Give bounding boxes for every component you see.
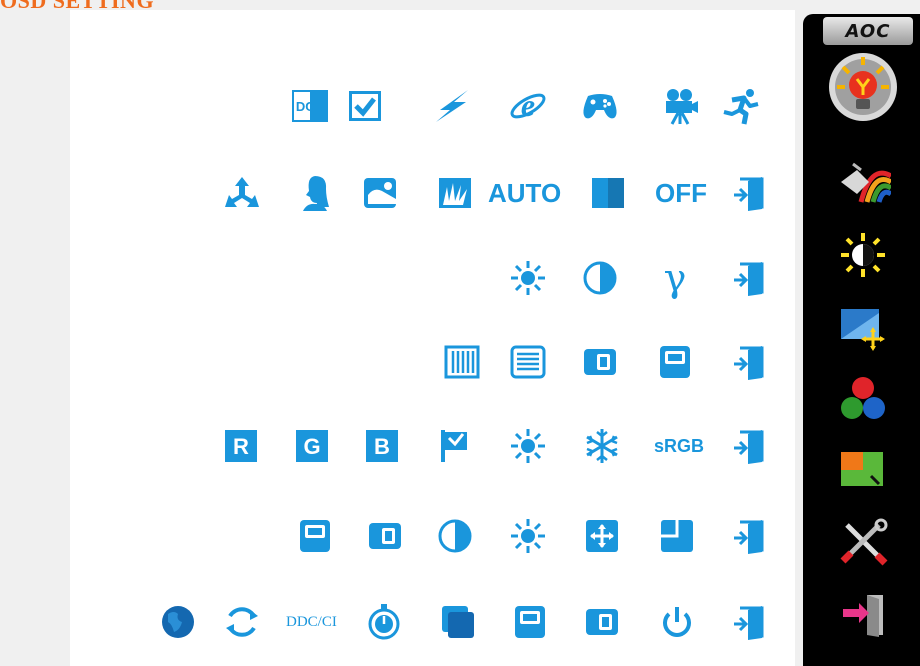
refresh-icon[interactable] [222, 602, 262, 642]
power-icon[interactable] [657, 602, 697, 642]
contrast-icon[interactable] [435, 516, 475, 556]
dcr-icon[interactable]: DCR [290, 86, 330, 126]
move-icon[interactable] [582, 516, 622, 556]
brightness-icon[interactable] [508, 516, 548, 556]
contrast-icon[interactable] [580, 258, 620, 298]
green-label: G [303, 434, 320, 459]
extra-tools-icon [840, 518, 888, 566]
flag-icon[interactable] [435, 426, 475, 466]
snowflake-icon[interactable] [582, 426, 622, 466]
menu-item-color-setup[interactable] [821, 366, 905, 432]
menu-item-picture-boost[interactable] [821, 222, 905, 288]
green-icon[interactable]: G [292, 426, 332, 466]
off-icon[interactable]: OFF [655, 173, 707, 213]
v-position-icon[interactable] [510, 602, 550, 642]
osd-setup-icon [841, 452, 883, 486]
srgb-icon[interactable]: sRGB [654, 426, 704, 466]
color-setup-rgb-icon [841, 377, 885, 419]
menu-item-extra[interactable] [821, 510, 905, 576]
checkbox-icon[interactable] [345, 86, 385, 126]
exit-icon[interactable] [730, 516, 770, 556]
vertical-lines-icon[interactable] [442, 342, 482, 382]
lightning-icon[interactable] [432, 86, 472, 126]
landscape-icon[interactable] [360, 173, 400, 213]
menu-item-osd-setup[interactable] [821, 437, 905, 503]
exit-icon[interactable] [730, 602, 770, 642]
picture-boost-brightness-icon [841, 233, 885, 277]
gamma-icon[interactable]: γ [655, 256, 695, 300]
red-label: R [233, 434, 249, 459]
exit-icon[interactable] [730, 342, 770, 382]
menu-item-display[interactable] [821, 294, 905, 360]
exit-icon[interactable] [730, 426, 770, 466]
exit-door-icon [843, 595, 883, 637]
h-position-icon[interactable] [582, 602, 622, 642]
blue-icon[interactable]: B [362, 426, 402, 466]
osd-icon-panel: DCR e AUTO OFF γ R G B sRGB DDC/CI [70, 10, 795, 666]
brand-label: AOC [845, 20, 891, 42]
h-position-icon[interactable] [580, 342, 620, 382]
display-position-icon [841, 309, 885, 351]
v-position-icon[interactable] [295, 516, 335, 556]
menu-item-image-setup[interactable] [821, 149, 905, 215]
exit-icon[interactable] [730, 173, 770, 213]
dcr-label: DCR [296, 99, 325, 114]
overlap-squares-icon[interactable] [438, 602, 478, 642]
aoc-logo: AOC [823, 17, 913, 45]
v-position-icon[interactable] [655, 342, 695, 382]
h-position-icon[interactable] [365, 516, 405, 556]
gamepad-icon[interactable] [580, 86, 620, 126]
woman-profile-icon[interactable] [295, 173, 335, 213]
half-square-icon[interactable] [588, 173, 628, 213]
running-man-icon[interactable] [720, 86, 760, 126]
osd-main-menu: AOC [803, 14, 920, 666]
image-setup-paint-icon [841, 162, 891, 203]
brightness-icon[interactable] [508, 258, 548, 298]
tri-arrows-icon[interactable] [222, 173, 262, 213]
srgb-label: sRGB [654, 435, 705, 456]
auto-label: AUTO [488, 177, 562, 208]
svg-text:e: e [521, 87, 535, 123]
grass-icon[interactable] [435, 173, 475, 213]
menu-item-luminance[interactable] [821, 53, 905, 121]
ddc-ci-label: DDC/CI [286, 613, 337, 630]
horizontal-lines-icon[interactable] [508, 342, 548, 382]
timer-icon[interactable] [364, 602, 404, 642]
off-label: OFF [655, 177, 707, 208]
blue-label: B [374, 434, 390, 459]
ddc-ci-icon[interactable]: DDC/CI [286, 602, 337, 642]
gamma-label: γ [663, 256, 687, 300]
internet-explorer-icon[interactable]: e [508, 86, 548, 126]
menu-item-exit[interactable] [821, 582, 905, 648]
corner-square-icon[interactable] [657, 516, 697, 556]
warm-sun-icon[interactable] [508, 426, 548, 466]
auto-icon[interactable]: AUTO [488, 173, 561, 213]
luminance-bulb-icon [829, 53, 897, 121]
video-camera-icon[interactable] [660, 86, 700, 126]
globe-icon[interactable] [158, 602, 198, 642]
exit-icon[interactable] [730, 258, 770, 298]
red-icon[interactable]: R [221, 426, 261, 466]
